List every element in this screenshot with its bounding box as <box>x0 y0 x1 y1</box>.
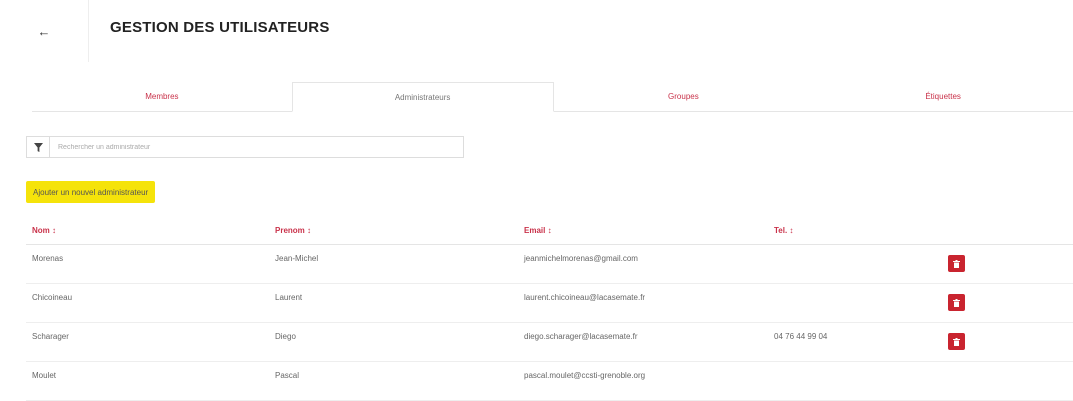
tab-membres[interactable]: Membres <box>32 82 292 111</box>
tab-etiquettes[interactable]: Étiquettes <box>813 82 1073 111</box>
delete-button[interactable] <box>948 255 965 272</box>
page-title: GESTION DES UTILISATEURS <box>110 19 330 36</box>
table-row: Chicoineau Laurent laurent.chicoineau@la… <box>26 284 1073 323</box>
filter-icon[interactable] <box>27 137 50 157</box>
cell-nom: Scharager <box>32 332 69 341</box>
trash-icon <box>953 298 960 307</box>
cell-prenom: Laurent <box>275 293 303 302</box>
column-header-nom[interactable]: Nom ↕ <box>32 226 56 235</box>
cell-prenom: Diego <box>275 332 296 341</box>
page-header: ← GESTION DES UTILISATEURS <box>0 0 1073 62</box>
cell-email: laurent.chicoineau@lacasemate.fr <box>524 293 646 302</box>
table-row: Scharager Diego diego.scharager@lacasema… <box>26 323 1073 362</box>
column-header-prenom[interactable]: Prenom ↕ <box>275 226 311 235</box>
cell-tel: 04 76 44 99 04 <box>774 332 828 341</box>
administrators-table: Nom ↕ Prenom ↕ Email ↕ Tel. ↕ Morenas Je… <box>26 216 1073 401</box>
cell-nom: Chicoineau <box>32 293 73 302</box>
column-header-email[interactable]: Email ↕ <box>524 226 552 235</box>
search-box <box>26 136 464 158</box>
cell-email: diego.scharager@lacasemate.fr <box>524 332 638 341</box>
tab-groupes[interactable]: Groupes <box>554 82 814 111</box>
cell-nom: Morenas <box>32 254 64 263</box>
delete-button[interactable] <box>948 294 965 311</box>
delete-button[interactable] <box>948 333 965 350</box>
table-row: Morenas Jean-Michel jeanmichelmorenas@gm… <box>26 245 1073 284</box>
column-header-tel[interactable]: Tel. ↕ <box>774 226 793 235</box>
cell-email: jeanmichelmorenas@gmail.com <box>524 254 638 263</box>
tab-bar: Membres Administrateurs Groupes Étiquett… <box>32 82 1073 112</box>
table-header-row: Nom ↕ Prenom ↕ Email ↕ Tel. ↕ <box>26 216 1073 245</box>
tab-administrateurs[interactable]: Administrateurs <box>291 82 554 112</box>
search-input[interactable] <box>50 142 440 152</box>
back-arrow-icon[interactable]: ← <box>0 0 89 62</box>
add-administrator-button[interactable]: Ajouter un nouvel administrateur <box>26 181 156 203</box>
trash-icon <box>953 337 960 346</box>
trash-icon <box>953 259 960 268</box>
table-row: Moulet Pascal pascal.moulet@ccsti-grenob… <box>26 362 1073 401</box>
cell-prenom: Jean-Michel <box>275 254 319 263</box>
